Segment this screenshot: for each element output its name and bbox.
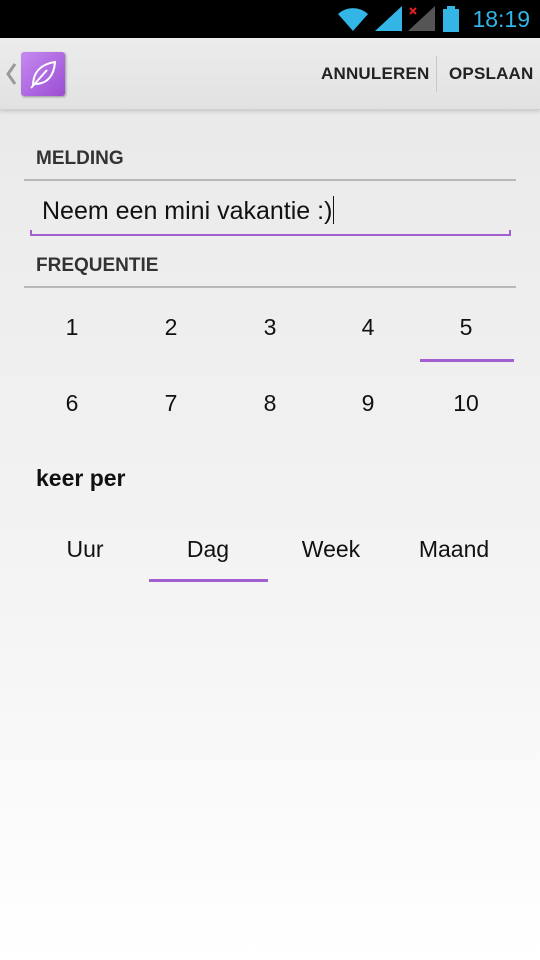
leaf-icon [30,60,57,89]
signal-icon [375,6,402,31]
notification-value: Neem een mini vakantie :) [42,197,333,225]
cancel-button[interactable]: ANNULEREN [321,38,430,110]
input-underline [30,234,511,236]
frequency-option-2[interactable]: 2 [124,314,218,354]
frequency-option-8[interactable]: 8 [223,390,317,430]
battery-icon [443,6,459,32]
save-button[interactable]: OPSLAAN [449,38,534,110]
signal-no-service-icon [408,6,435,31]
status-bar: 18:19 [0,0,540,38]
notification-text[interactable]: Neem een mini vakantie :) [42,196,335,226]
text-cursor [333,196,335,224]
period-label: keer per [36,465,126,491]
frequency-option-5[interactable]: 5 [419,314,513,354]
frequency-option-4[interactable]: 4 [321,314,415,354]
period-option-uur[interactable]: Uur [26,536,144,576]
section-divider [24,286,516,288]
notification-input[interactable]: Neem een mini vakantie :) [30,194,511,236]
section-divider [24,179,516,181]
app-icon[interactable] [21,52,65,96]
period-selected-indicator [149,579,268,582]
notification-header: MELDING [36,148,124,169]
wifi-icon [338,8,368,32]
action-bar: ANNULEREN OPSLAAN [0,38,540,110]
frequency-option-6[interactable]: 6 [25,390,119,430]
period-option-maand[interactable]: Maand [395,536,513,576]
action-divider [436,56,437,92]
period-option-week[interactable]: Week [272,536,390,576]
chevron-left-icon[interactable] [4,60,18,88]
frequency-option-7[interactable]: 7 [124,390,218,430]
period-option-dag[interactable]: Dag [149,536,267,576]
frequency-option-9[interactable]: 9 [321,390,415,430]
frequency-option-10[interactable]: 10 [419,390,513,430]
frequency-selected-indicator [420,359,514,362]
frequency-option-1[interactable]: 1 [25,314,119,354]
frequency-header: FREQUENTIE [36,255,159,276]
clock: 18:19 [472,6,530,32]
frequency-option-3[interactable]: 3 [223,314,317,354]
